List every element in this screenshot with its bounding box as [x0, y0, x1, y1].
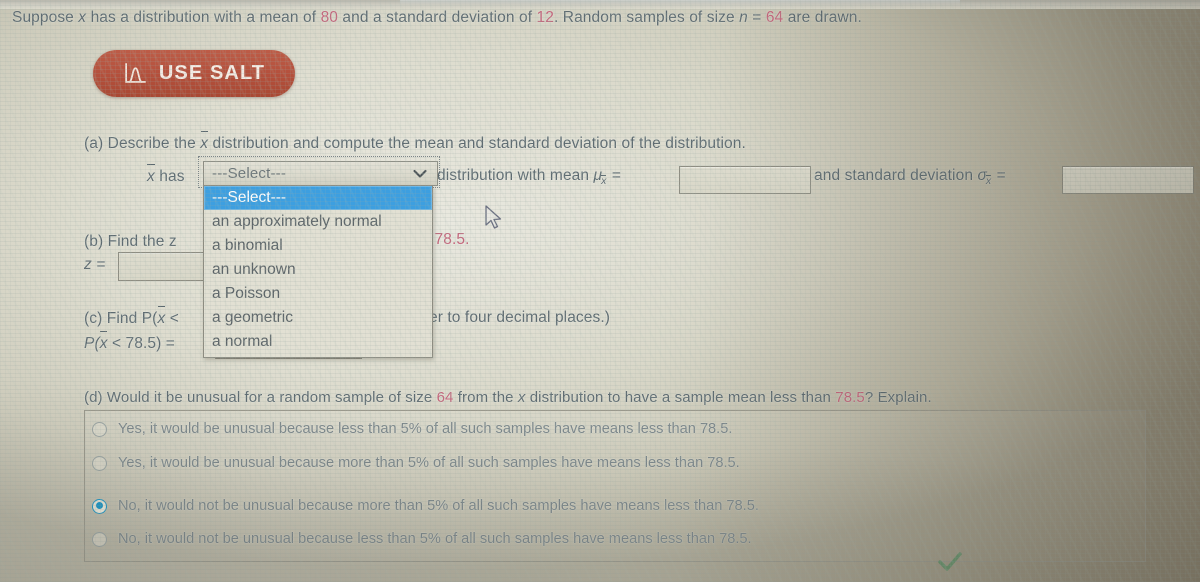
part-b-prompt: (b) Find the z: [84, 233, 177, 250]
select-options-list[interactable]: ---Select--- an approximately normal a b…: [203, 186, 433, 358]
statement-prefix: Suppose: [12, 9, 79, 26]
radio-choice-0[interactable]: Yes, it would be unusual because less th…: [92, 421, 732, 437]
statement-suffix: are drawn.: [783, 9, 862, 26]
statement-mid2: and a standard deviation of: [338, 9, 537, 26]
part-d-prompt-end: ? Explain.: [864, 389, 932, 406]
photographed-screen: Suppose x has a distribution with a mean…: [0, 0, 1200, 582]
green-checkmark-icon: [938, 552, 962, 571]
part-a-sd-label: and standard deviation σx =: [814, 166, 1006, 187]
part-d-prompt-mid: from the: [453, 389, 518, 406]
statement-n-variable: n: [739, 9, 748, 26]
use-salt-button[interactable]: USE SALT: [93, 50, 295, 97]
standard-deviation-input[interactable]: [1062, 166, 1194, 194]
problem-statement: Suppose x has a distribution with a mean…: [12, 8, 862, 28]
select-option-0[interactable]: ---Select---: [204, 186, 432, 210]
radio-choice-1[interactable]: Yes, it would be unusual because more th…: [92, 455, 740, 471]
mu-subscript: x: [601, 175, 607, 187]
part-c-xbar: x: [157, 306, 165, 329]
part-a-xhas-label: x has: [147, 164, 185, 187]
use-salt-label: USE SALT: [158, 62, 266, 84]
statement-mid1: has a distribution with a mean of: [86, 9, 321, 26]
radio-label-2: No, it would not be unusual because more…: [118, 498, 759, 514]
part-c-result-xbar: x: [100, 331, 108, 354]
part-d-prompt-post: distribution to have a sample mean less …: [525, 389, 836, 406]
select-option-5[interactable]: a geometric: [204, 306, 432, 330]
radio-button-1[interactable]: [92, 455, 107, 471]
screen-glare: [400, 0, 960, 5]
select-option-2[interactable]: a binomial: [204, 234, 432, 258]
select-option-4[interactable]: a Poisson: [204, 282, 432, 306]
select-option-6[interactable]: a normal: [204, 330, 432, 354]
part-a-mean-label: distribution with mean μx =: [437, 166, 622, 187]
sigma-subscript: x: [985, 175, 992, 187]
part-c-result-pre: P(: [84, 335, 100, 352]
mean-input[interactable]: [679, 166, 811, 194]
radio-choice-3[interactable]: No, it would not be unusual because less…: [92, 531, 752, 547]
part-d-prompt: (d) Would it be unusual for a random sam…: [84, 388, 932, 408]
part-a-xbar: x: [200, 131, 208, 154]
statement-sd-value: 12: [536, 9, 554, 26]
radio-label-3: No, it would not be unusual because less…: [118, 531, 752, 547]
part-c-result-post: < 78.5) =: [107, 335, 175, 352]
part-a-prompt-pre: (a) Describe the: [84, 135, 201, 152]
part-b-z-label: z =: [84, 256, 106, 273]
mu-equals: =: [607, 167, 622, 184]
and-text: and standard deviation: [814, 167, 978, 184]
statement-variable: x: [78, 9, 87, 26]
after-select-text: distribution with mean: [437, 167, 594, 184]
statement-equals: =: [747, 9, 766, 26]
part-c-tail: er to four decimal places.): [429, 309, 611, 326]
radio-label-1: Yes, it would be unusual because more th…: [118, 455, 740, 471]
normal-curve-icon: [125, 63, 146, 83]
mouse-pointer-icon: [485, 205, 502, 229]
select-value: ---Select---: [212, 165, 287, 182]
select-closed-display[interactable]: ---Select---: [203, 161, 438, 186]
radio-choice-2[interactable]: No, it would not be unusual because more…: [92, 498, 759, 514]
part-d-size: 64: [436, 389, 454, 406]
part-a-prompt-post: distribution and compute the mean and st…: [208, 135, 746, 152]
part-d-threshold: 78.5: [835, 389, 865, 406]
statement-mid3: . Random samples of size: [553, 9, 740, 26]
part-c-prompt: (c) Find P(x <: [84, 306, 179, 329]
radio-label-0: Yes, it would be unusual because less th…: [118, 421, 733, 437]
distribution-select[interactable]: ---Select---: [203, 161, 438, 186]
radio-button-2[interactable]: [92, 498, 107, 514]
part-c-prompt-pre: (c) Find P(: [84, 310, 158, 327]
xhas-xbar: x: [147, 164, 155, 187]
part-d-prompt-pre: (d) Would it be unusual for a random sam…: [84, 389, 437, 406]
part-c-result-label: P(x < 78.5) =: [84, 331, 175, 354]
radio-button-0[interactable]: [92, 421, 107, 437]
sigma-equals: =: [992, 167, 1006, 184]
part-c-prompt-post: <: [165, 310, 179, 327]
statement-mean-value: 80: [320, 9, 339, 26]
statement-n-value: 64: [765, 9, 784, 26]
radio-button-3[interactable]: [92, 531, 107, 547]
select-option-3[interactable]: an unknown: [204, 258, 432, 282]
part-a-prompt: (a) Describe the x distribution and comp…: [84, 131, 746, 154]
xhas-text: has: [154, 168, 185, 185]
select-option-1[interactable]: an approximately normal: [204, 210, 432, 234]
chevron-down-icon: [413, 169, 427, 178]
